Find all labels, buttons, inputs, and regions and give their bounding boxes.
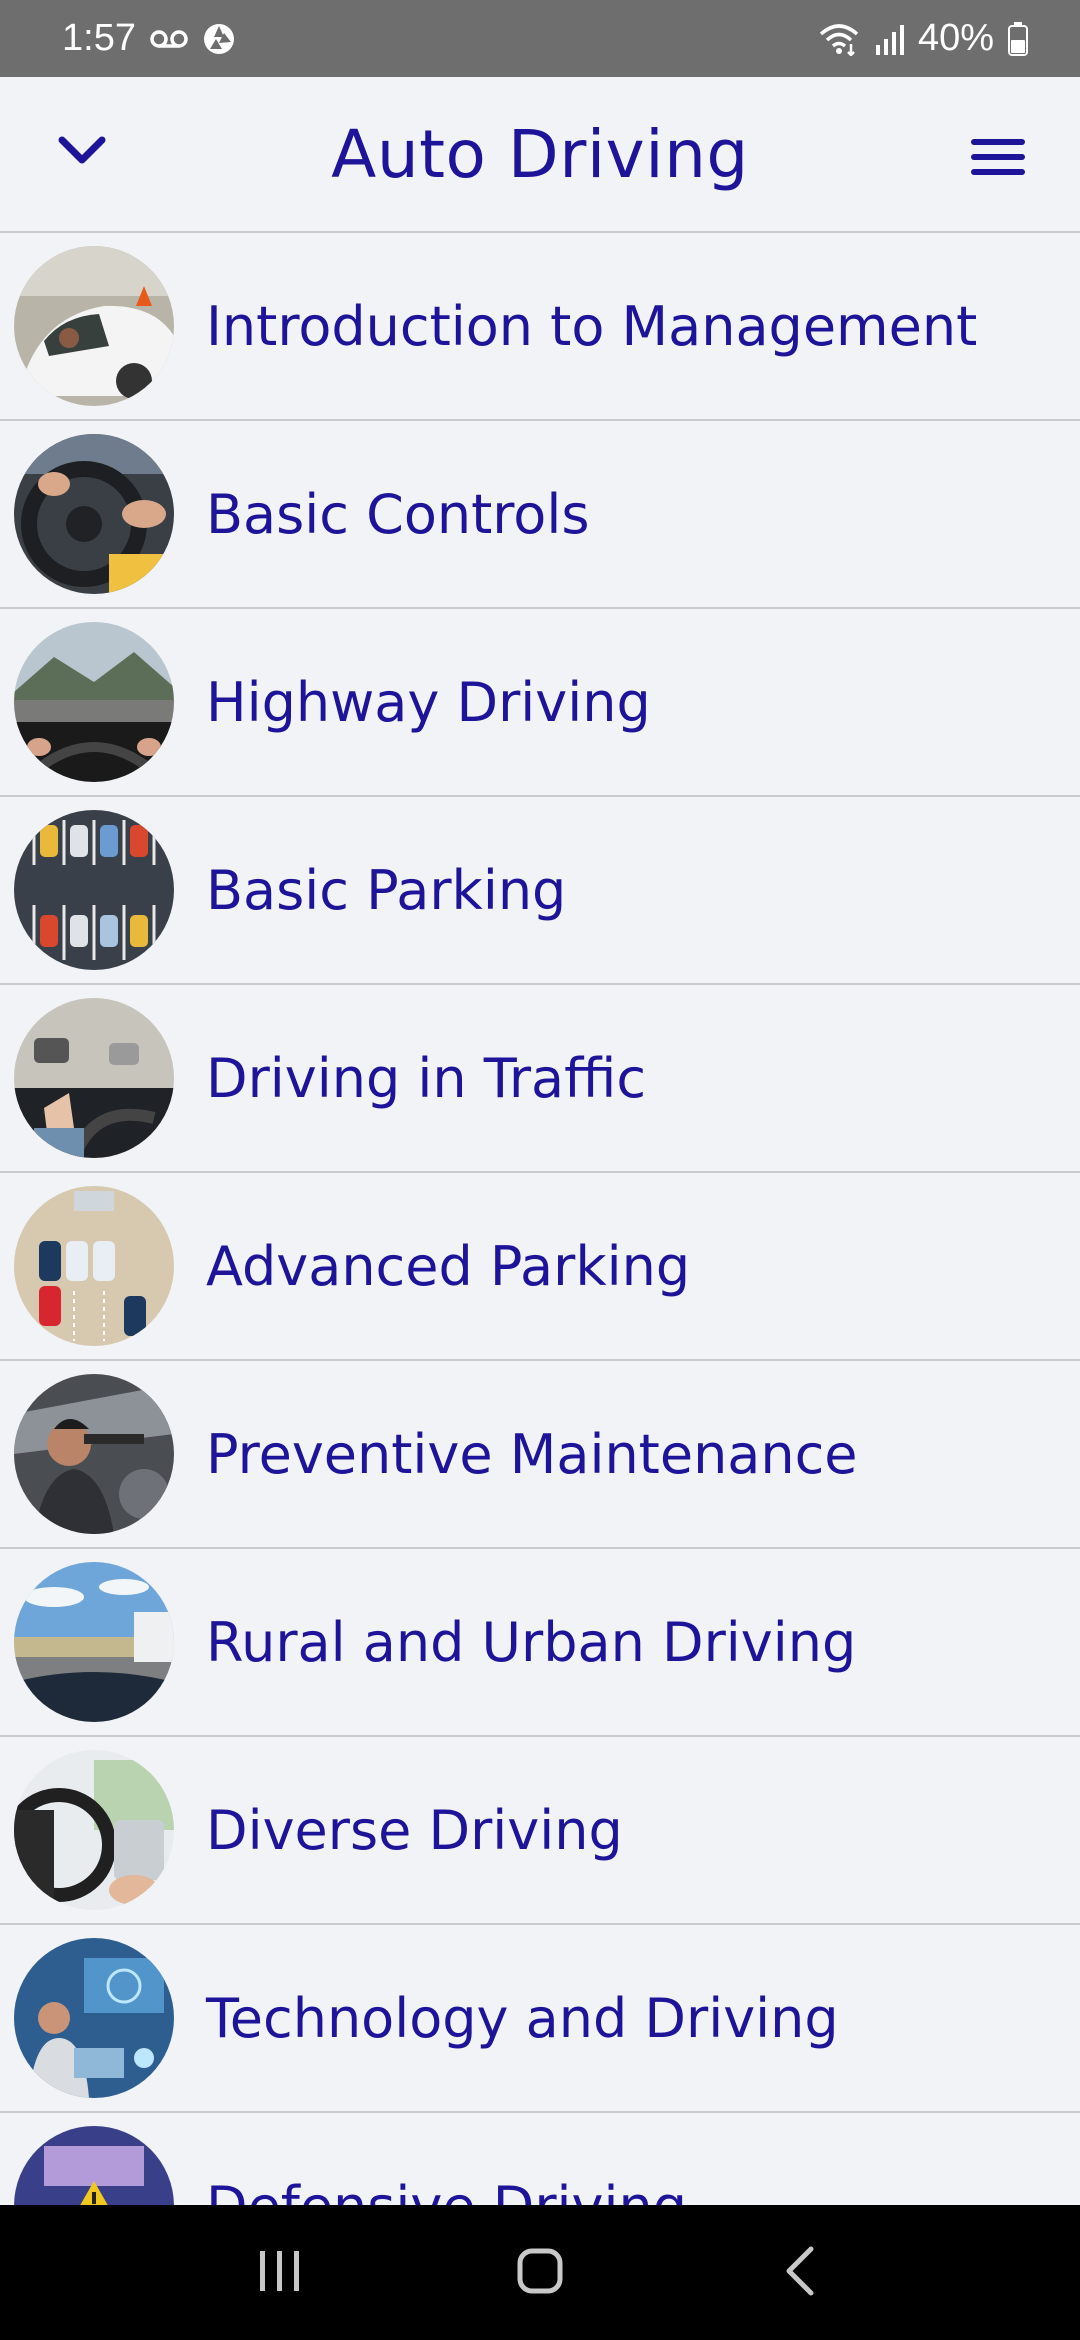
page-title: Auto Driving [331, 115, 749, 193]
voicemail-icon [150, 28, 188, 50]
list-item-label: Preventive Maintenance [206, 1422, 858, 1486]
parking-lot-aerial-photo [14, 810, 174, 970]
list-item-label: Driving in Traffic [206, 1046, 647, 1110]
open-road-photo [14, 1562, 174, 1722]
recent-apps-button[interactable] [240, 2233, 320, 2313]
recent-apps-icon [257, 2249, 303, 2297]
collapse-button[interactable] [52, 127, 112, 177]
list-item-label: Basic Parking [206, 858, 567, 922]
home-button[interactable] [500, 2233, 580, 2313]
list-item-label: Technology and Driving [206, 1986, 839, 2050]
list-item-driving-in-traffic[interactable]: Driving in Traffic [0, 985, 1080, 1173]
list-item-highway-driving[interactable]: Highway Driving [0, 609, 1080, 797]
car-interior-photo [14, 1750, 174, 1910]
menu-button[interactable] [968, 137, 1028, 181]
camera-aperture-icon [202, 22, 236, 56]
mechanic-inspection-photo [14, 1374, 174, 1534]
lesson-list: Introduction to Management Basic Control… [0, 233, 1080, 2205]
highway-dashboard-photo [14, 622, 174, 782]
list-item-label: Rural and Urban Driving [206, 1610, 857, 1674]
status-left: 1:57 [62, 17, 236, 60]
list-item-label: Highway Driving [206, 670, 651, 734]
traffic-driver-photo [14, 998, 174, 1158]
back-button[interactable] [760, 2233, 840, 2313]
list-item-basic-parking[interactable]: Basic Parking [0, 797, 1080, 985]
list-item-label: Defensive Driving [206, 2175, 687, 2206]
status-bar: 1:57 40% [0, 0, 1080, 77]
list-item-advanced-parking[interactable]: Advanced Parking [0, 1173, 1080, 1361]
system-nav-bar [0, 2205, 1080, 2340]
list-item-label: Advanced Parking [206, 1234, 691, 1298]
status-right: 40% [818, 17, 1028, 60]
list-item-label: Introduction to Management [206, 294, 978, 358]
list-item-basic-controls[interactable]: Basic Controls [0, 421, 1080, 609]
signal-icon [874, 23, 904, 55]
list-item-introduction-to-management[interactable]: Introduction to Management [0, 233, 1080, 421]
list-item-label: Diverse Driving [206, 1798, 623, 1862]
autonomous-car-tech-photo [14, 1938, 174, 2098]
warning-road-photo [14, 2126, 174, 2205]
list-item-technology-and-driving[interactable]: Technology and Driving [0, 1925, 1080, 2113]
hamburger-menu-icon [971, 137, 1025, 181]
app-header: Auto Driving [0, 77, 1080, 233]
list-item-preventive-maintenance[interactable]: Preventive Maintenance [0, 1361, 1080, 1549]
home-icon [516, 2247, 564, 2299]
back-icon [783, 2245, 817, 2301]
list-item-rural-and-urban-driving[interactable]: Rural and Urban Driving [0, 1549, 1080, 1737]
list-item-label: Basic Controls [206, 482, 590, 546]
status-time: 1:57 [62, 17, 136, 59]
list-item-diverse-driving[interactable]: Diverse Driving [0, 1737, 1080, 1925]
list-item-defensive-driving[interactable]: Defensive Driving [0, 2113, 1080, 2205]
steering-wheel-hands-photo [14, 434, 174, 594]
parking-diagram-photo [14, 1186, 174, 1346]
battery-percent: 40% [917, 17, 994, 59]
wifi-icon [818, 22, 860, 56]
battery-icon [1008, 21, 1028, 56]
chevron-down-icon [57, 134, 107, 170]
car-driver-window-photo [14, 246, 174, 406]
